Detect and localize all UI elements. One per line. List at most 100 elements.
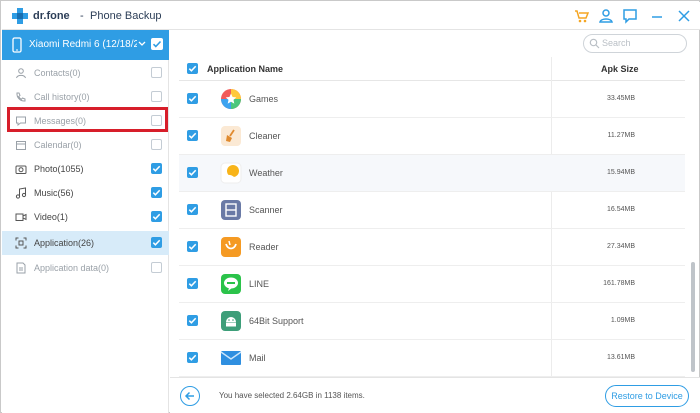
photo-icon [15, 165, 27, 174]
reader-icon [221, 237, 241, 257]
sidebar-item-label: Music(56) [34, 188, 74, 198]
restore-to-device-button[interactable]: Restore to Device [605, 385, 689, 407]
row-checkbox[interactable] [187, 204, 198, 215]
cleaner-broom-icon [221, 126, 241, 146]
title-bar: dr.fone - Phone Backup [2, 2, 700, 30]
table-row[interactable]: Weather 15.94MB [179, 155, 685, 192]
table-row[interactable]: 64Bit Support 1.09MB [179, 303, 685, 340]
chevron-down-icon[interactable] [137, 39, 147, 49]
sidebar-item-application-data[interactable]: Application data(0) [2, 256, 169, 280]
app-window: dr.fone - Phone Backup Xiaomi Redmi 6 (1… [0, 0, 700, 413]
sidebar-item-application[interactable]: Application(26) [2, 231, 169, 255]
app-name: dr.fone [33, 10, 70, 22]
back-button[interactable] [180, 386, 200, 406]
video-icon [15, 213, 27, 221]
weather-sun-icon [220, 162, 242, 184]
minimize-icon[interactable] [649, 8, 665, 24]
table-header: Application Name Apk Size [179, 57, 685, 81]
app-name-cell: LINE [249, 279, 270, 289]
sidebar-item-calendar[interactable]: Calendar(0) [2, 133, 169, 157]
app-name-cell: 64Bit Support [249, 316, 304, 326]
apk-size-cell: 27.34MB [606, 243, 635, 250]
check-icon [188, 280, 197, 287]
photo-checkbox[interactable] [151, 163, 162, 174]
close-icon[interactable] [676, 8, 692, 24]
search-icon [589, 38, 600, 49]
device-selector[interactable]: Xiaomi Redmi 6 (12/18/2 [2, 30, 169, 60]
row-checkbox[interactable] [187, 278, 198, 289]
row-checkbox[interactable] [187, 167, 198, 178]
column-header-name[interactable]: Application Name [207, 64, 283, 74]
check-icon [188, 206, 197, 213]
sidebar-item-label: Calendar(0) [34, 140, 82, 150]
check-icon [152, 165, 161, 172]
sidebar-item-call-history[interactable]: Call history(0) [2, 85, 169, 109]
table-row[interactable]: Scanner 16.54MB [179, 192, 685, 229]
mail-icon [220, 351, 242, 365]
app-name-cell: Weather [249, 168, 283, 178]
application-checkbox[interactable] [151, 237, 162, 248]
application-data-icon [16, 262, 26, 274]
calendar-checkbox[interactable] [151, 139, 162, 150]
sidebar: Xiaomi Redmi 6 (12/18/2 Contacts(0) Call… [2, 30, 169, 413]
check-icon [188, 65, 197, 72]
check-icon [152, 239, 161, 246]
check-icon [152, 40, 162, 48]
row-checkbox[interactable] [187, 130, 198, 141]
call-history-icon [16, 92, 26, 102]
call-history-checkbox[interactable] [151, 91, 162, 102]
sidebar-item-label: Application data(0) [34, 263, 110, 273]
apk-size-cell: 1.09MB [610, 317, 635, 324]
title-separator: - [80, 10, 84, 22]
footer-bar: You have selected 2.64GB in 1138 items. … [170, 377, 700, 413]
selection-summary: You have selected 2.64GB in 1138 items. [219, 391, 365, 400]
table-row[interactable]: Cleaner 11.27MB [179, 118, 685, 155]
logo-plus-icon [12, 8, 28, 24]
check-icon [188, 132, 197, 139]
sidebar-item-photo[interactable]: Photo(1055) [2, 157, 169, 181]
line-chat-icon [221, 274, 241, 294]
apk-size-cell: 11.27MB [607, 132, 636, 139]
row-checkbox[interactable] [187, 241, 198, 252]
arrow-left-icon [184, 391, 194, 401]
feedback-icon[interactable] [622, 8, 638, 24]
video-checkbox[interactable] [151, 211, 162, 222]
sidebar-item-music[interactable]: Music(56) [2, 181, 169, 205]
row-checkbox[interactable] [187, 93, 198, 104]
device-select-all-checkbox[interactable] [151, 38, 163, 50]
scrollbar[interactable] [686, 57, 700, 376]
check-icon [188, 354, 197, 361]
table-row[interactable]: Mail 13.61MB [179, 340, 685, 377]
search-placeholder: Search [602, 38, 631, 48]
check-icon [188, 95, 197, 102]
table-row[interactable]: LINE 161.78MB [179, 266, 685, 303]
sidebar-item-label: Contacts(0) [34, 68, 81, 78]
row-checkbox[interactable] [187, 315, 198, 326]
phone-icon [12, 37, 22, 53]
cart-icon[interactable] [574, 8, 590, 24]
scrollbar-thumb[interactable] [691, 262, 695, 372]
column-header-size[interactable]: Apk Size [601, 64, 639, 74]
check-icon [188, 243, 197, 250]
sidebar-item-video[interactable]: Video(1) [2, 205, 169, 229]
apk-size-cell: 15.94MB [606, 169, 635, 176]
search-box[interactable]: Search [583, 34, 687, 53]
check-icon [188, 317, 197, 324]
application-data-checkbox[interactable] [151, 262, 162, 273]
contacts-checkbox[interactable] [151, 67, 162, 78]
apk-size-cell: 13.61MB [606, 354, 635, 361]
music-checkbox[interactable] [151, 187, 162, 198]
app-name-cell: Cleaner [249, 131, 281, 141]
sidebar-item-label: Application(26) [34, 238, 95, 248]
highlight-box [7, 107, 168, 132]
row-checkbox[interactable] [187, 352, 198, 363]
module-title: Phone Backup [90, 10, 162, 22]
table-row[interactable]: Reader 27.34MB [179, 229, 685, 266]
user-icon[interactable] [598, 8, 614, 24]
android-icon [221, 311, 241, 331]
sidebar-item-label: Call history(0) [34, 92, 90, 102]
calendar-icon [16, 141, 26, 150]
sidebar-item-contacts[interactable]: Contacts(0) [2, 61, 169, 85]
select-all-checkbox[interactable] [187, 63, 198, 74]
table-row[interactable]: Games 33.45MB [179, 81, 685, 118]
